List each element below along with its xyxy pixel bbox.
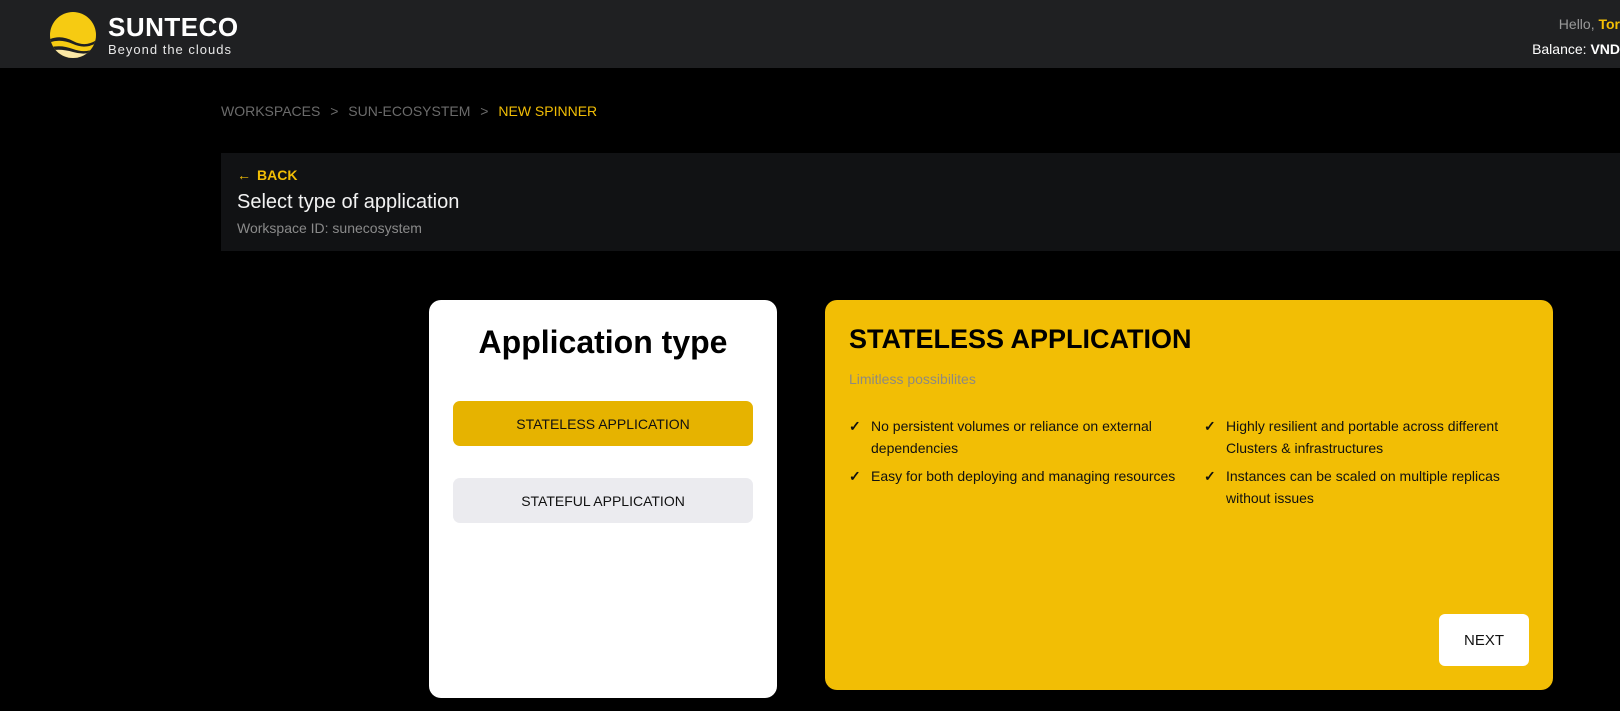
stateless-application-option[interactable]: STATELESS APPLICATION xyxy=(453,401,753,446)
user-name[interactable]: Tor xyxy=(1598,16,1620,32)
breadcrumb-separator: > xyxy=(330,103,339,119)
logo[interactable]: SUNTECO Beyond the clouds xyxy=(48,10,239,60)
user-info: Hello, Tor Balance: VND xyxy=(1532,12,1620,62)
back-label: BACK xyxy=(257,167,298,183)
check-icon: ✓ xyxy=(1204,418,1216,434)
balance-value: VND xyxy=(1590,41,1620,57)
feature-item: ✓ Instances can be scaled on multiple rep… xyxy=(1204,465,1534,509)
application-detail-card: STATELESS APPLICATION Limitless possibil… xyxy=(825,300,1553,690)
brand-name: SUNTECO xyxy=(108,11,239,42)
page-header-panel: ← BACK Select type of application Worksp… xyxy=(221,153,1620,251)
application-type-heading: Application type xyxy=(478,324,728,360)
back-button[interactable]: ← BACK xyxy=(237,167,1604,183)
feature-text: Easy for both deploying and managing res… xyxy=(871,468,1176,484)
feature-text: Highly resilient and portable across dif… xyxy=(1226,418,1499,456)
breadcrumb-current: NEW SPINNER xyxy=(498,103,598,119)
brand-tagline: Beyond the clouds xyxy=(108,41,232,57)
breadcrumb: WORKSPACES > SUN-ECOSYSTEM > NEW SPINNER xyxy=(221,103,603,119)
detail-subtitle: Limitless possibilites xyxy=(849,371,976,387)
top-header: SUNTECO Beyond the clouds Hello, Tor Bal… xyxy=(0,0,1620,68)
application-type-card: Application type STATELESS APPLICATION S… xyxy=(429,300,777,698)
feature-item: ✓ Highly resilient and portable across di… xyxy=(1204,415,1534,459)
feature-text: Instances can be scaled on multiple repl… xyxy=(1226,468,1500,506)
breadcrumb-workspaces[interactable]: WORKSPACES xyxy=(221,103,320,119)
stateful-application-option[interactable]: STATEFUL APPLICATION xyxy=(453,478,753,523)
balance-label: Balance: xyxy=(1532,41,1587,57)
breadcrumb-separator: > xyxy=(480,103,489,119)
arrow-left-icon: ← xyxy=(237,167,251,183)
feature-text: No persistent volumes or reliance on ext… xyxy=(871,418,1152,456)
breadcrumb-sun-ecosystem[interactable]: SUN-ECOSYSTEM xyxy=(348,103,470,119)
greeting: Hello, xyxy=(1558,16,1595,32)
feature-item: ✓ No persistent volumes or reliance on ex… xyxy=(849,415,1204,459)
workspace-id: Workspace ID: sunecosystem xyxy=(237,220,422,236)
feature-item: ✓ Easy for both deploying and managing re… xyxy=(849,465,1204,509)
next-button[interactable]: NEXT xyxy=(1439,614,1529,666)
sun-logo-icon xyxy=(50,12,96,58)
check-icon: ✓ xyxy=(1204,468,1216,484)
detail-title: STATELESS APPLICATION xyxy=(849,324,1192,354)
page-title: Select type of application xyxy=(237,191,460,213)
check-icon: ✓ xyxy=(849,418,861,434)
check-icon: ✓ xyxy=(849,468,861,484)
feature-list: ✓ No persistent volumes or reliance on ex… xyxy=(849,415,1529,509)
